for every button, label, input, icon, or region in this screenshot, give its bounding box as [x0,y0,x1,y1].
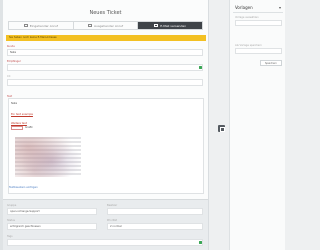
recipient-input[interactable] [7,64,203,71]
sidebar-title: Vorlagen [235,5,253,10]
tab-send-email[interactable]: E-Mail versenden [138,22,203,29]
phone-in-icon [23,24,28,27]
group-label: Gruppe [7,204,17,207]
editor-link[interactable]: Ein text example [11,113,33,116]
owner-select[interactable] [107,208,203,215]
tab-label: E-Mail versenden [160,23,187,28]
chevron-down-icon: ▾ [278,4,281,10]
insert-textmodule-link[interactable]: Textbaustein einfügen [9,186,38,189]
column-divider [208,0,209,250]
priority-label: Priorität [107,219,117,222]
save-template-button[interactable]: Speichern [260,60,282,66]
ticket-attributes: Gruppe open-xchange-Support Besitzer Sta… [3,199,208,250]
blurred-content [15,137,81,177]
editor-line: Nata [11,102,18,105]
priority-select[interactable]: 2 normal [107,223,203,230]
cc-label: CC [7,75,11,78]
cc-input[interactable] [7,79,203,86]
message-editor[interactable]: Nata Ein text example Weitere text Grafi… [8,98,204,194]
page-title: Neues Ticket [89,10,122,16]
tab-bar: Eingehender Anruf Ausgehender Anruf E-Ma… [8,21,203,30]
editor-link[interactable]: Weitere text [11,122,27,125]
tab-label: Eingehender Anruf [29,23,58,28]
template-select[interactable] [235,20,282,26]
customer-input[interactable]: Nata [7,49,203,56]
sidebar-header[interactable]: Vorlagen ▾ [235,4,281,11]
sidebar: Vorlagen ▾ Vorlage auswählen Als Vorlage… [229,0,285,250]
owner-label: Besitzer [107,204,118,207]
tags-label: Tags [7,235,13,238]
editor-word: Grafik [25,126,33,129]
ticket-form: Neues Ticket Eingehender Anruf Ausgehend… [3,0,208,250]
status-label: Status [7,219,15,222]
recipient-label: Empfänger [7,60,21,63]
phone-out-icon [88,24,92,27]
tab-label: Ausgehender Anruf [94,23,123,28]
customer-label: Kunde [7,45,15,48]
group-select[interactable]: open-xchange-Support [7,208,97,215]
template-label: Vorlage auswählen [235,16,259,19]
sidebar-divider [233,12,283,13]
status-select[interactable]: erfolgreich geschlossen [7,223,97,230]
tags-input[interactable] [7,239,203,246]
tab-incoming-call[interactable]: Eingehender Anruf [9,22,74,29]
tab-outgoing-call[interactable]: Ausgehender Anruf [74,22,139,29]
template-name-input[interactable] [235,48,282,54]
warning-banner: Sie haben noch keine E-Mail-Adresse [6,35,206,41]
tags-add-icon[interactable] [199,241,202,244]
envelope-icon [154,24,159,27]
save-template-label: Als Vorlage speichern [235,44,262,47]
recipient-add-icon[interactable] [199,66,202,69]
sidebar-toggle-icon[interactable] [218,125,225,132]
image-frame [11,126,23,130]
